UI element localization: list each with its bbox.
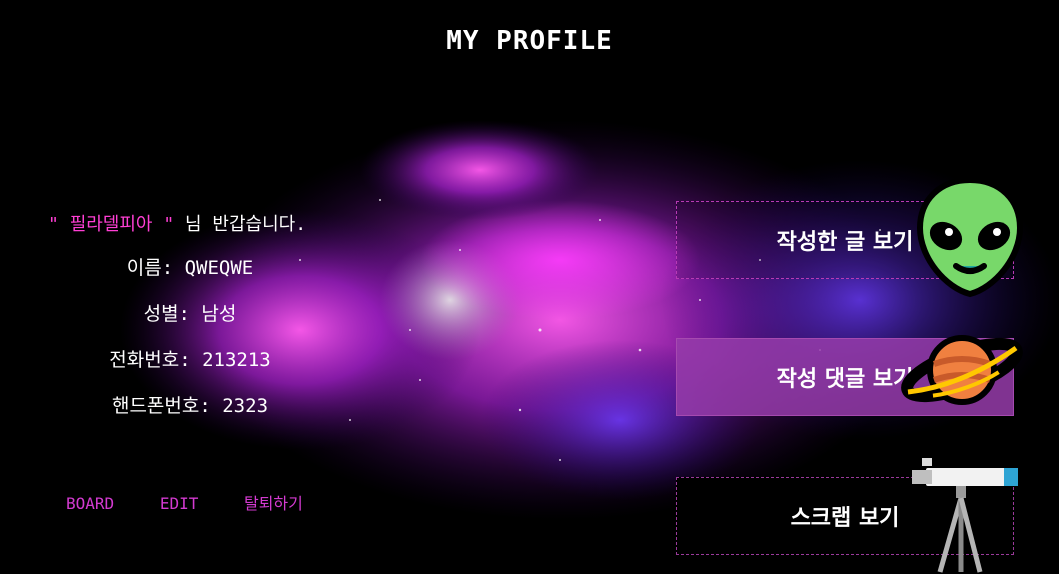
nickname: 필라델피아: [69, 214, 153, 235]
quote-close: ": [163, 214, 175, 235]
mobile-line: 핸드폰번호: 2323: [111, 395, 269, 417]
phone-line: 전화번호: 213213: [109, 349, 271, 371]
alien-icon: [916, 176, 1024, 298]
view-scrap-label: 스크랩 보기: [790, 506, 900, 531]
quote-open: ": [48, 214, 59, 235]
gender-line: 성별: 남성: [143, 303, 237, 325]
greeting: " 필라델피아 " 님 반갑습니다.: [40, 205, 340, 245]
footer-links: BOARD EDIT 탈퇴하기: [66, 490, 339, 514]
view-my-posts-label: 작성한 글 보기: [776, 230, 914, 255]
telescope-icon: [912, 458, 1018, 573]
board-link[interactable]: BOARD: [66, 494, 114, 513]
page-title: MY PROFILE: [446, 26, 613, 56]
name-line: 이름: QWEQWE: [126, 257, 254, 279]
view-my-comments-label: 작성 댓글 보기: [776, 367, 914, 392]
edit-link[interactable]: EDIT: [160, 494, 199, 513]
withdraw-link[interactable]: 탈퇴하기: [244, 494, 303, 513]
profile-info: " 필라델피아 " 님 반갑습니다. 이름: QWEQWE 성별: 남성 전화번…: [40, 205, 340, 429]
greeting-suffix: 님 반갑습니다.: [185, 214, 307, 235]
ringed-planet-icon: [901, 335, 1023, 405]
